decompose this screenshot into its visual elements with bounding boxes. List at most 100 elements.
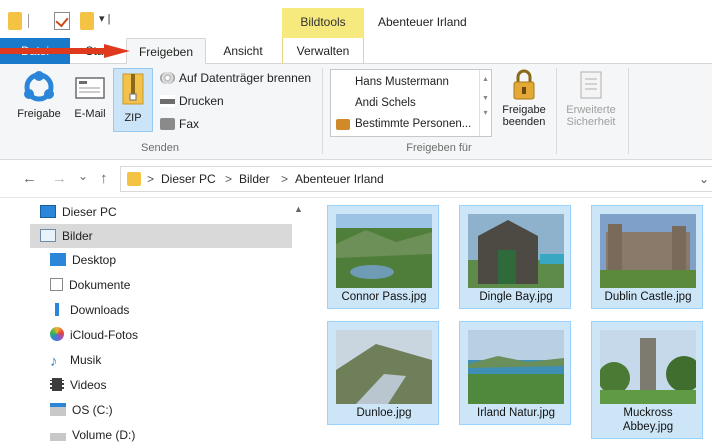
contextual-tab-bildtools: Bildtools: [282, 8, 364, 38]
specific-people-label: Bestimmte Personen...: [355, 118, 472, 130]
file-tile-dunloe[interactable]: Dunloe.jpg: [327, 321, 439, 425]
group-separator: [556, 68, 557, 154]
sidebar-item-icloud-fotos[interactable]: iCloud-Fotos: [50, 323, 302, 347]
sidebar-item-bilder[interactable]: Bilder: [30, 224, 292, 248]
thumbnail-image: [600, 214, 696, 288]
navigation-pane: Dieser PC Bilder Desktop Dokumente Downl…: [0, 198, 312, 446]
sidebar-item-videos[interactable]: Videos: [50, 373, 302, 397]
forward-icon[interactable]: →: [52, 170, 67, 187]
sidebar-item-label: Bilder: [62, 229, 93, 243]
sidebar-item-dokumente[interactable]: Dokumente: [50, 273, 302, 297]
title-bar: ▾ | Bildtools Abenteuer Irland: [0, 0, 712, 38]
stop-sharing-button[interactable]: Freigabe beenden: [496, 68, 552, 128]
folder-icon: [127, 172, 141, 186]
new-folder-icon[interactable]: [80, 12, 94, 30]
breadcrumb-separator[interactable]: >: [147, 171, 154, 187]
fax-button[interactable]: Fax: [160, 114, 199, 134]
fax-label: Fax: [179, 117, 200, 131]
address-bar-row: ← → ⌄ ↑ > Dieser PC > Bilder > Abenteuer…: [0, 160, 712, 198]
sidebar-item-dieser-pc[interactable]: Dieser PC: [40, 200, 292, 224]
share-list-scrollbar[interactable]: ▲ ▼ ▾: [479, 70, 491, 136]
security-list-icon: [580, 71, 602, 99]
window-title: Abenteuer Irland: [378, 15, 467, 29]
share-person-item[interactable]: Andi Schels: [331, 93, 479, 113]
file-name: Connor Pass.jpg: [341, 291, 427, 303]
share-icon: [24, 71, 54, 102]
file-tile-connor-pass[interactable]: Connor Pass.jpg: [327, 205, 439, 309]
file-tile-dublin-castle[interactable]: Dublin Castle.jpg: [591, 205, 703, 309]
music-note-icon: ♪: [50, 353, 58, 370]
address-history-dropdown[interactable]: ⌄: [699, 171, 709, 187]
back-icon[interactable]: ←: [22, 170, 37, 187]
breadcrumb-abenteuer-irland[interactable]: Abenteuer Irland: [295, 171, 384, 187]
thumbnail-image: [468, 330, 564, 404]
group-separator: [628, 68, 629, 154]
sidebar-item-os-c[interactable]: OS (C:): [50, 398, 302, 422]
ribbon: Freigabe E-Mail ZIP Auf Datenträger bren…: [0, 64, 712, 160]
sidebar-item-volume-d[interactable]: Volume (D:): [50, 423, 302, 446]
print-label: Drucken: [179, 94, 224, 108]
breadcrumb-dieser-pc[interactable]: Dieser PC: [161, 171, 216, 187]
lock-icon: [513, 69, 535, 100]
system-drive-icon: [50, 403, 66, 416]
sidebar-item-label: Dieser PC: [62, 205, 117, 219]
share-with-list[interactable]: Hans Mustermann Andi Schels Bestimmte Pe…: [330, 69, 492, 137]
share-button[interactable]: Freigabe: [14, 70, 64, 120]
sidebar-item-downloads[interactable]: Downloads: [50, 298, 302, 322]
tab-freigeben[interactable]: Freigeben: [126, 38, 206, 65]
zip-label: ZIP: [124, 112, 142, 124]
customize-quick-access-icon[interactable]: ▾ |: [99, 12, 110, 25]
properties-icon[interactable]: [54, 12, 70, 30]
group-label-freigeben-fuer: Freigeben für: [406, 142, 472, 154]
film-icon: [50, 378, 64, 391]
pictures-icon: [40, 229, 56, 242]
burn-to-disc-button[interactable]: Auf Datenträger brennen: [160, 68, 311, 88]
file-name: Dingle Bay.jpg: [479, 291, 553, 303]
thumbnail-image: [336, 214, 432, 288]
share-label: Freigabe: [17, 108, 61, 120]
breadcrumb-bilder[interactable]: Bilder: [239, 171, 270, 187]
drive-icon: [50, 433, 66, 441]
file-tile-irland-natur[interactable]: Irland Natur.jpg: [459, 321, 571, 425]
scroll-up-icon[interactable]: ▲: [480, 76, 491, 83]
tab-ansicht[interactable]: Ansicht: [206, 38, 280, 64]
email-button[interactable]: E-Mail: [70, 70, 110, 120]
stop-sharing-label: Freigabe beenden: [496, 104, 552, 128]
thumbnail-image: [468, 214, 564, 288]
sidebar-item-label: Musik: [70, 353, 102, 367]
share-person-item[interactable]: Hans Mustermann: [331, 72, 479, 92]
zip-folder-icon: [122, 73, 144, 105]
specific-people-item[interactable]: Bestimmte Personen...: [331, 114, 479, 134]
file-tile-dingle-bay[interactable]: Dingle Bay.jpg: [459, 205, 571, 309]
separator: [28, 14, 29, 28]
thumbnail-image: [336, 330, 432, 404]
stop-sharing-label-line1: Freigabe: [502, 104, 546, 116]
print-button[interactable]: Drucken: [160, 91, 224, 111]
tab-verwalten[interactable]: Verwalten: [282, 38, 364, 64]
up-icon[interactable]: ↑: [100, 170, 108, 187]
breadcrumb-separator[interactable]: >: [225, 171, 232, 187]
scroll-up-icon[interactable]: ▲: [294, 204, 303, 214]
group-separator: [322, 68, 323, 154]
email-icon: [75, 77, 105, 99]
group-label-senden: Senden: [141, 142, 179, 154]
people-icon: [336, 119, 350, 130]
disc-icon: [160, 72, 175, 84]
download-arrow-icon: [50, 303, 64, 316]
sidebar-item-label: Desktop: [72, 253, 117, 267]
recent-locations-icon[interactable]: ⌄: [78, 169, 88, 183]
scroll-down-icon[interactable]: ▼: [480, 95, 491, 102]
breadcrumb-separator[interactable]: >: [281, 171, 288, 187]
fax-icon: [160, 118, 175, 130]
advanced-security-button[interactable]: Erweiterte Sicherheit: [558, 70, 624, 128]
sidebar-item-musik[interactable]: ♪ Musik: [50, 348, 302, 372]
sidebar-item-label: iCloud-Fotos: [70, 328, 139, 342]
annotation-arrow: [0, 44, 130, 58]
file-tile-muckross-abbey[interactable]: Muckross Abbey.jpg: [591, 321, 703, 439]
zip-button[interactable]: ZIP: [113, 68, 153, 132]
sidebar-item-label: Volume (D:): [72, 428, 136, 442]
expand-gallery-icon[interactable]: ▾: [480, 108, 491, 117]
sidebar-item-desktop[interactable]: Desktop: [50, 248, 302, 272]
file-name: Dunloe.jpg: [356, 407, 412, 419]
address-box[interactable]: > Dieser PC > Bilder > Abenteuer Irland …: [120, 166, 712, 192]
